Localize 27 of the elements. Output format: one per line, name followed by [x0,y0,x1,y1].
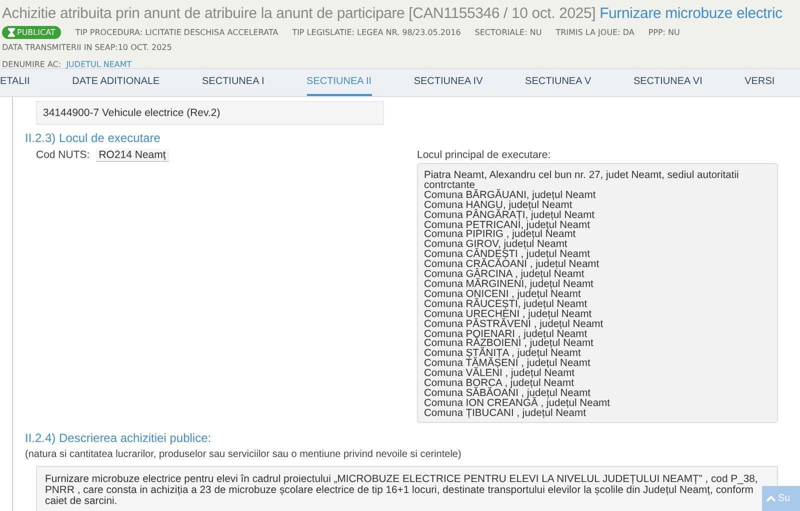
procedure-meta: PPP: NU [648,28,680,37]
procedure-meta: TIP LEGISLATIE: LEGEA NR. 98/23.05.2016 [292,28,461,37]
section-tab[interactable]: SECTIUNEA VI [633,69,702,96]
section-heading: II.2.4) Descrierea achizitiei publice: [25,431,212,445]
procedure-meta: SECTORIALE: NU [474,28,542,37]
page-title: Achizitie atribuita prin anunt de atribuire la anunt de participare [CAN1155346 / 10 oct. 2025] [2,5,596,22]
section-tab[interactable]: SECTIUNEA I [202,69,264,96]
section-heading: II.2.3) Locul de executare [25,131,162,145]
description-field: Furnizare microbuze electrice pentru elevi în cadrul proiectului „MICROBUZE ELECTRICE PENTRU ELEVI LA NIVELUL JUDEȚULUI NEAMȚ” , cod P_38, PNRR , care consta in achiziția a 23 de microbuze școlare electrice de tip 16+1 locuri, destinate transportului elevilor la școlile din Județul Neamț, conform caiet de sarcini. [36,466,778,511]
section-tab[interactable]: SECTIUNEA V [525,69,592,96]
transmission-date: DATA TRANSMITERII IN SEAP:10 OCT. 2025 [2,42,173,53]
procedure-meta: TIP PROCEDURA: LICITATIE DESCHISA ACCELERATA [75,28,278,37]
nuts-label: Cod NUTS: [36,149,90,161]
section-tab[interactable]: DATE ADITIONALE [72,69,160,96]
procedure-meta: TRIMIS LA JOUE: DA [556,28,634,37]
main-place-label: Locul principal de executare: [417,149,552,161]
section-tab[interactable]: SECTIUNEA IV [414,69,483,96]
section-tab[interactable]: VERSI [744,69,775,96]
nuts-value: RO214 Neamț [96,149,169,162]
cpv-code-field: 34144900-7 Vehicule electrice (Rev.2) [36,101,384,125]
description-note: (natura si cantitatea lucrarilor, produselor sau serviciilor sau o mentiune privind nevoile si cerintele) [25,449,462,460]
status-badge: PUBLICAT [2,26,62,39]
chevron-up-icon [766,495,776,502]
hourglass-icon [8,28,15,37]
main-place-field: Piatra Neamt, Alexandru cel bun nr. 27, judet Neamt, sediul autoritatii contrctante Comuna BĂRGĂUANI, județul Neamt Comuna HANGU, județul Neamt Comuna PÂNGĂRAȚI, județul Neamt Comuna PETRICANI, județul Neamt Comuna PIPIRIG , județul Neamt Comuna GIROV, județul Neamt Comuna CÂNDEȘTI , județul Neamt Comuna CRĂCĂOANI , județul Neamt Comuna GÂRCINA , județul Neamt Comuna MĂRGINENI, județul Neamt Comuna ONICENI , județul Neamt Comuna RĂUCEȘTI, județul Neamt Comuna URECHENI , județul Neamt Comuna PĂSTRĂVENI , județul Neamt Comuna POIENARI , județul Neamt Comuna RĂZBOIENI , județul Neamt Comuna ȘTĂNIȚA , județul Neamt Comuna TĂMĂȘENI , județul Neamt Comuna VĂLENI , județul Neamt Comuna BORCA , județul Neamt Comuna SĂBĂOANI , județul Neamt Comuna ION CREANGĂ , județul Neamt Comuna ȚIBUCANI , județul Neamt [417,163,778,423]
section-tab[interactable]: ETALII [0,69,30,96]
authority-label: DENUMIRE AC: [2,60,62,69]
